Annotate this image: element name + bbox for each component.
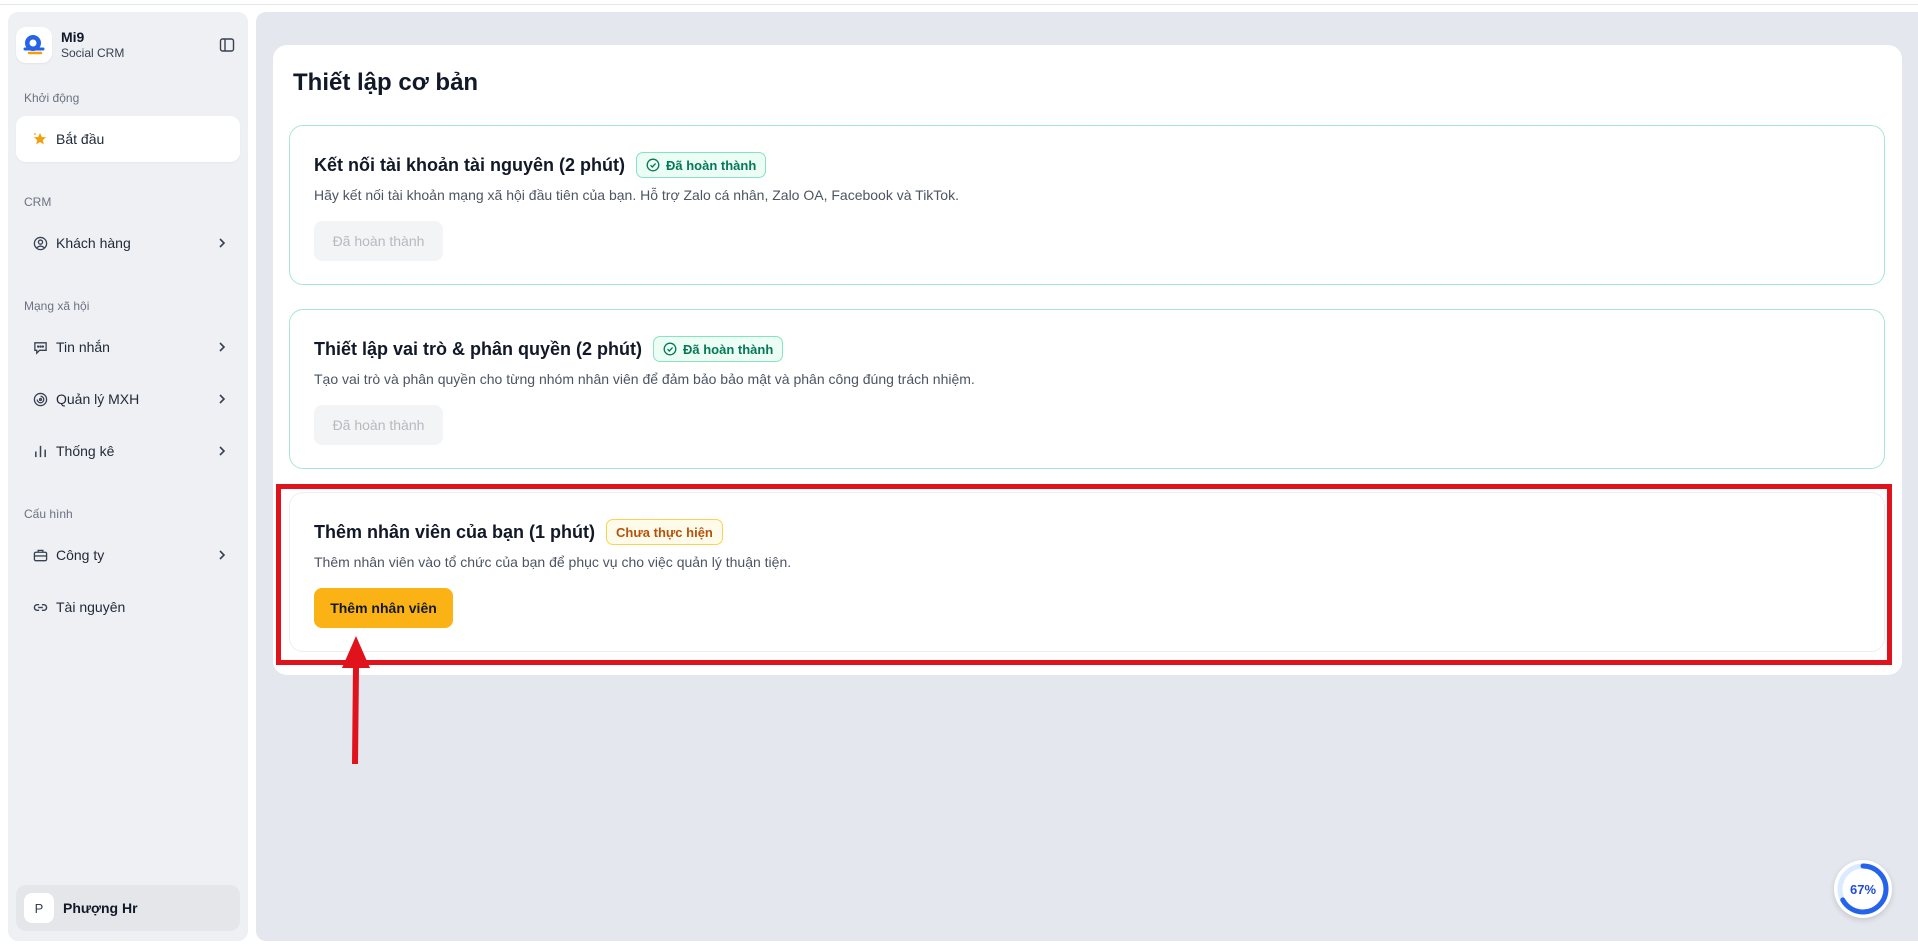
user-circle-icon [32,235,48,251]
brand[interactable]: Mi9 Social CRM [16,25,240,65]
sidebar-item-bat-dau[interactable]: Bắt đầu [16,116,240,162]
sidebar-item-label: Tin nhắn [56,339,110,355]
task-title: Thiết lập vai trò & phân quyền (2 phút) [314,338,643,359]
status-badge-label: Đã hoàn thành [683,341,774,357]
brand-name: Mi9 [61,29,85,45]
task-title: Thêm nhân viên của bạn (1 phút) [314,521,596,542]
task-description: Hãy kết nối tài khoản mạng xã hội đầu ti… [314,187,959,203]
sidebar-item-tai-nguyen[interactable]: Tài nguyên [16,584,240,630]
main-content: Thiết lập cơ bản Kết nối tài khoản tài n… [256,12,1918,941]
spiral-icon [32,391,48,407]
add-employee-button[interactable]: Thêm nhân viên [314,588,453,628]
briefcase-icon [32,547,48,563]
check-circle-icon [663,342,677,356]
progress-label: 67% [1849,881,1877,897]
chevron-right-icon [214,391,230,407]
task-description: Tạo vai trò và phân quyền cho từng nhóm … [314,371,975,387]
chevron-right-icon [214,443,230,459]
sidebar-item-label: Tài nguyên [56,599,126,615]
sidebar: Mi9 Social CRM Khởi động Bắt đầu CRM Khá… [8,12,248,941]
message-icon [32,339,48,355]
sidebar-item-label: Bắt đầu [56,131,105,147]
chevron-right-icon [214,339,230,355]
status-badge: Chưa thực hiện [606,519,723,545]
bar-chart-icon [32,443,48,459]
page-title: Thiết lập cơ bản [293,69,479,96]
section-label-khoi-dong: Khởi động [24,91,80,105]
brand-subtitle: Social CRM [61,46,125,60]
brand-logo-icon [16,27,52,63]
sidebar-item-khach-hang[interactable]: Khách hàng [16,220,240,266]
section-label-cau-hinh: Cấu hình [24,507,73,521]
task-card-add-employees: Thêm nhân viên của bạn (1 phút) Chưa thự… [289,492,1885,652]
completed-button: Đã hoàn thành [314,405,443,445]
sidebar-item-label: Quản lý MXH [56,391,140,407]
section-label-mang-xa-hoi: Mạng xã hội [24,299,90,313]
star-icon [32,131,48,147]
task-title: Kết nối tài khoản tài nguyên (2 phút) [314,154,626,175]
link-icon [32,599,48,615]
chevron-right-icon [214,547,230,563]
top-border [0,0,1918,5]
status-badge-label: Đã hoàn thành [666,157,757,173]
section-label-crm: CRM [24,195,52,209]
status-badge: Đã hoàn thành [653,336,784,362]
chevron-right-icon [214,235,230,251]
status-badge: Đã hoàn thành [636,152,767,178]
sidebar-item-label: Công ty [56,547,105,563]
user-name: Phượng Hr [63,900,138,916]
sidebar-item-quan-ly-mxh[interactable]: Quản lý MXH [16,376,240,422]
task-description: Thêm nhân viên vào tổ chức của bạn để ph… [314,554,792,570]
sidebar-item-tin-nhan[interactable]: Tin nhắn [16,324,240,370]
sidebar-toggle-icon[interactable] [218,36,236,54]
avatar: P [24,893,54,923]
sidebar-item-label: Thống kê [56,443,115,459]
check-circle-icon [646,158,660,172]
completed-button: Đã hoàn thành [314,221,443,261]
setup-panel: Thiết lập cơ bản Kết nối tài khoản tài n… [273,45,1902,675]
sidebar-item-thong-ke[interactable]: Thống kê [16,428,240,474]
user-menu[interactable]: P Phượng Hr [16,885,240,931]
task-card-connect-resources: Kết nối tài khoản tài nguyên (2 phút) Đã… [289,125,1885,285]
sidebar-item-label: Khách hàng [56,235,131,251]
sidebar-item-cong-ty[interactable]: Công ty [16,532,240,578]
task-card-roles-permissions: Thiết lập vai trò & phân quyền (2 phút) … [289,309,1885,469]
progress-widget[interactable]: 67% [1834,860,1892,918]
